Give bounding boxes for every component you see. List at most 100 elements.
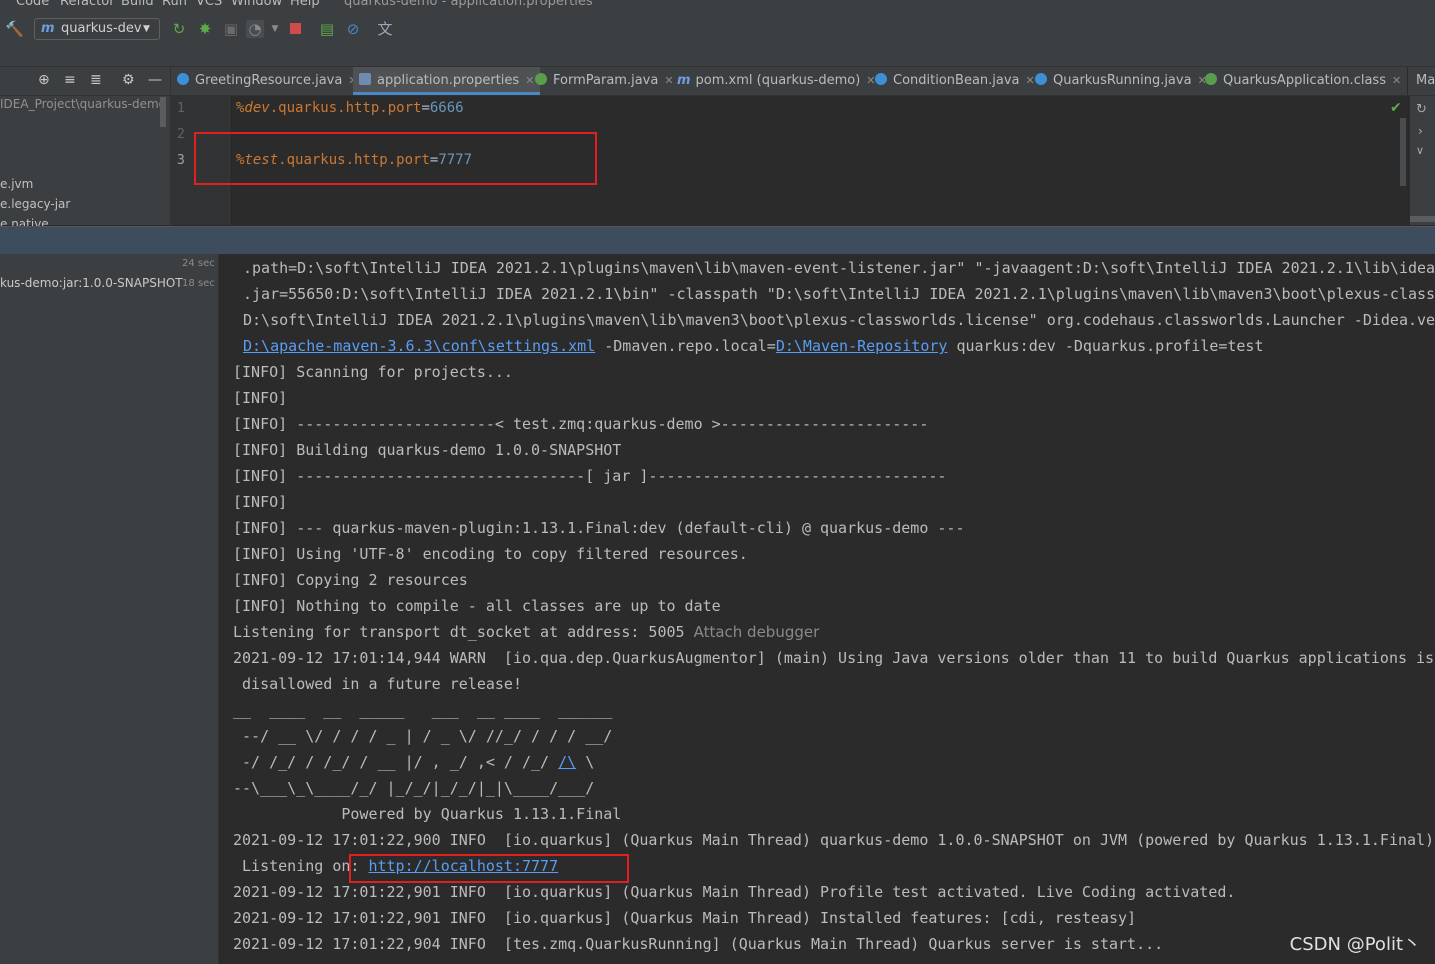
line-number: 3 [177,153,185,168]
scrollbar[interactable] [1410,216,1435,222]
locate-icon[interactable]: ⊕ [38,72,50,88]
console-line: [INFO] Nothing to compile - all classes … [233,597,721,615]
menu-run[interactable]: Run [162,0,187,9]
reload-icon[interactable]: ↻ [170,20,188,38]
console-line: [INFO] ----------------------< test.zmq:… [233,415,929,433]
line-number: 1 [177,101,185,116]
refresh-icon[interactable]: ↻ [1416,102,1427,117]
interface-icon [1205,73,1217,85]
translate-icon[interactable]: 文 [376,20,394,38]
tab-maven-panel[interactable]: Ma [1407,67,1435,95]
code-line-1[interactable]: %dev.quarkus.http.port=6666 [236,100,464,116]
run-config-label: quarkus-dev [61,21,142,36]
project-scrollbar[interactable] [160,97,166,127]
banner-link[interactable]: /\ [558,753,576,771]
panel-divider[interactable] [0,226,1435,255]
project-path: IDEA_Project\quarkus-demo [0,97,166,111]
close-icon[interactable]: ✕ [1026,74,1035,87]
console-line: 2021-09-12 17:01:22,901 INFO [io.quarkus… [233,909,1137,927]
editor-scrollbar[interactable] [1400,118,1406,186]
minimize-icon[interactable]: — [148,72,162,88]
banner-line: __ ____ __ _____ ___ __ ____ ______ [233,701,622,719]
class-icon [177,73,189,85]
run-duration: 24 sec [182,258,215,269]
console-line: [INFO] [233,493,288,511]
editor-tabs: GreetingResource.java✕ application.prope… [171,67,1435,96]
run-config-selector[interactable]: m quarkus-dev ▼ [34,18,160,40]
tab-quarkus-running[interactable]: QuarkusRunning.java ✕ [1035,67,1207,95]
run-item-duration: 18 sec [182,278,215,289]
run-tree-item[interactable]: kus-demo:jar:1.0.0-SNAPSHOT [0,276,183,290]
check-icon: ✔ [1390,100,1402,116]
chevron-down-icon: ▼ [143,24,150,34]
close-icon[interactable]: ✕ [525,74,534,87]
banner-line: --\___\_\____/_/ |_/_/|_/_/|_|\____/___/ [233,779,622,797]
menu-code[interactable]: Code [16,0,49,9]
run-tree-panel: 24 sec kus-demo:jar:1.0.0-SNAPSHOT 18 se… [0,254,219,964]
menu-refactor[interactable]: Refactor [60,0,115,9]
annotation-icon [535,73,547,85]
console-line: .jar=55650:D:\soft\IntelliJ IDEA 2021.2.… [243,285,1435,303]
console-line: 2021-09-12 17:01:14,944 WARN [io.qua.dep… [233,649,1435,667]
menu-window[interactable]: Window [231,0,282,9]
console-line: disallowed in a future release! [233,675,522,693]
maven-icon: m [677,73,691,88]
console-line: [INFO] [233,389,288,407]
profile-icon[interactable]: ◔ [246,20,264,38]
repo-link[interactable]: D:\Maven-Repository [776,337,948,355]
tab-condition-bean[interactable]: ConditionBean.java ✕ [875,67,1035,95]
console-line: .path=D:\soft\IntelliJ IDEA 2021.2.1\plu… [243,259,1435,277]
collapse-all-icon[interactable]: ≣ [90,72,102,88]
no-icon[interactable]: ⊘ [344,20,362,38]
right-toolbar: ↻ › ∨ [1410,96,1435,225]
chevron-right-icon[interactable]: › [1418,124,1423,138]
console-line: [INFO] Scanning for projects... [233,363,513,381]
debug-icon[interactable]: ✸ [196,20,214,38]
tab-greeting-resource[interactable]: GreetingResource.java✕ [177,67,358,95]
gear-icon[interactable]: ⚙ [122,72,135,88]
console-line: 2021-09-12 17:01:22,904 INFO [tes.zmq.Qu… [233,935,1164,953]
hammer-icon[interactable]: 🔨 [5,20,24,38]
project-item[interactable]: e.jvm [0,177,33,191]
highlight-box [349,854,629,883]
tab-application-properties[interactable]: application.properties ✕ [353,67,541,95]
menu-bar: Code Refactor Build Run VCS Window Help … [0,0,1435,10]
banner-line: -/ /_/ / /_/ / __ |/ , _/ ,< / /_/ /\ \ [233,753,595,771]
console-line: [INFO] Using 'UTF-8' encoding to copy fi… [233,545,748,563]
stop-icon[interactable] [286,20,304,38]
console-line: Listening for transport dt_socket at add… [233,623,820,641]
tab-form-param[interactable]: FormParam.java ✕ [535,67,674,95]
console-line: 2021-09-12 17:01:22,900 INFO [io.quarkus… [233,831,1435,849]
watermark: CSDN @Polit丶 [1289,934,1421,955]
project-panel: ⊕ ≡ ≣ ⚙ — IDEA_Project\quarkus-demo e.jv… [0,67,171,231]
tab-quarkus-application[interactable]: QuarkusApplication.class ✕ [1205,67,1401,95]
close-icon[interactable]: ✕ [664,74,673,87]
line-number: 2 [177,127,185,142]
settings-link[interactable]: D:\apache-maven-3.6.3\conf\settings.xml [243,337,595,355]
attach-debugger-link[interactable]: Attach debugger [694,623,820,641]
console-line: [INFO] Building quarkus-demo 1.0.0-SNAPS… [233,441,622,459]
class-icon [1035,73,1047,85]
expand-all-icon[interactable]: ≡ [64,72,76,88]
class-icon [875,73,887,85]
menu-build[interactable]: Build [121,0,154,9]
build-icon[interactable]: ▤ [318,20,336,38]
run-console[interactable]: .path=D:\soft\IntelliJ IDEA 2021.2.1\plu… [219,254,1435,964]
console-line: D:\apache-maven-3.6.3\conf\settings.xml … [243,337,1264,355]
console-line: [INFO] Copying 2 resources [233,571,468,589]
chevron-down-icon[interactable]: ∨ [1416,144,1424,157]
tab-pom-xml[interactable]: m pom.xml (quarkus-demo) ✕ [677,67,876,95]
coverage-icon[interactable]: ▣ [222,20,240,38]
project-item[interactable]: e.legacy-jar [0,197,70,211]
toolbar: 🔨 m quarkus-dev ▼ ↻ ✸ ▣ ◔ ▼ ▤ ⊘ 文 [0,10,1435,67]
banner-line: --/ __ \/ / / / _ | / _ \/ //_/ / / / __… [233,727,622,745]
properties-icon [359,73,371,85]
console-line: Powered by Quarkus 1.13.1.Final [233,805,622,823]
console-line: D:\soft\IntelliJ IDEA 2021.2.1\plugins\m… [243,311,1435,329]
close-icon[interactable]: ✕ [1392,74,1401,87]
highlight-box [194,132,597,185]
chevron-down-icon[interactable]: ▼ [266,20,284,38]
menu-help[interactable]: Help [290,0,320,9]
project-toolbar: ⊕ ≡ ≣ ⚙ — [0,67,170,96]
menu-vcs[interactable]: VCS [196,0,222,9]
